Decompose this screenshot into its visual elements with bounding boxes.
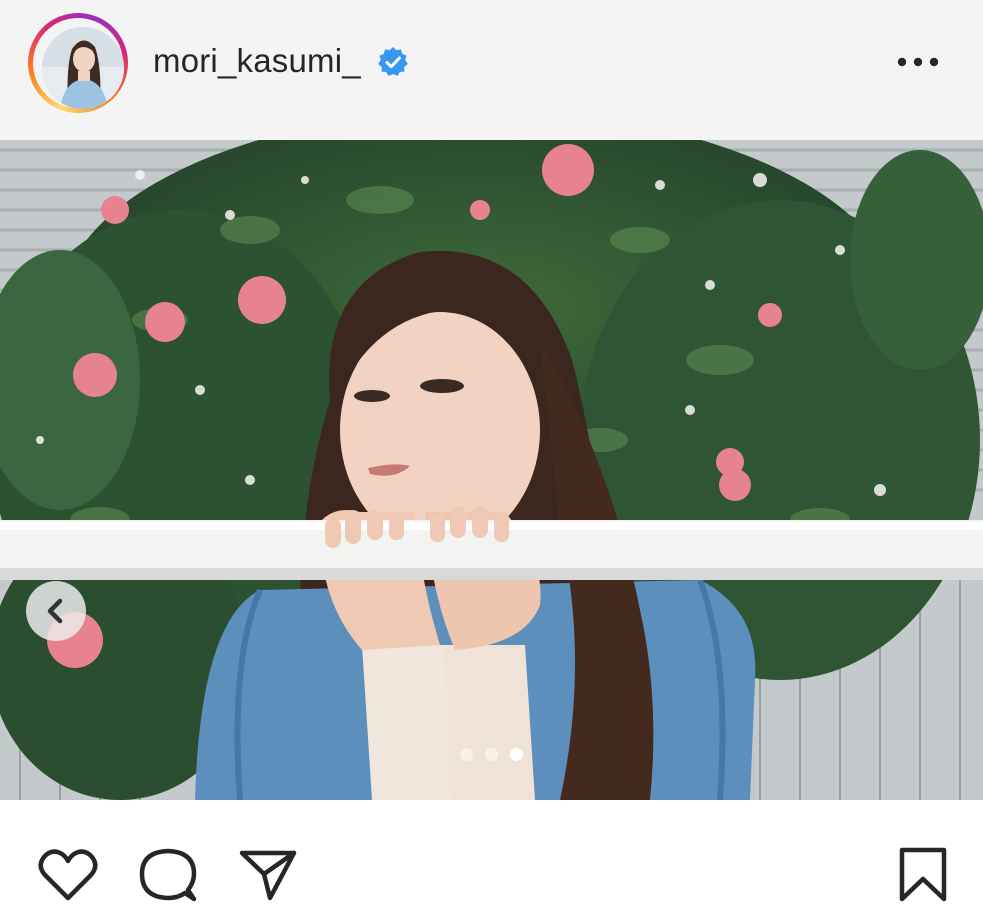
share-icon[interactable] <box>238 848 298 902</box>
heart-icon[interactable] <box>38 848 98 902</box>
post-header: mori_kasumi_ <box>0 0 983 140</box>
story-ring[interactable] <box>28 13 128 113</box>
verified-badge-icon <box>378 47 408 76</box>
avatar[interactable] <box>42 27 124 109</box>
bookmark-icon[interactable] <box>896 846 950 904</box>
post-photo[interactable] <box>0 140 983 800</box>
carousel-dot-3-active <box>510 748 523 761</box>
username[interactable]: mori_kasumi_ <box>153 40 361 82</box>
carousel-prev-button[interactable] <box>26 581 86 641</box>
comment-icon[interactable] <box>138 846 198 904</box>
carousel-dot-1 <box>460 748 473 761</box>
photo-scene <box>0 140 983 800</box>
chevron-left-icon <box>47 598 63 624</box>
avatar-photo <box>42 27 124 109</box>
action-bar <box>0 800 983 922</box>
carousel-dot-2 <box>485 748 498 761</box>
more-horizontal-icon[interactable] <box>896 52 940 72</box>
